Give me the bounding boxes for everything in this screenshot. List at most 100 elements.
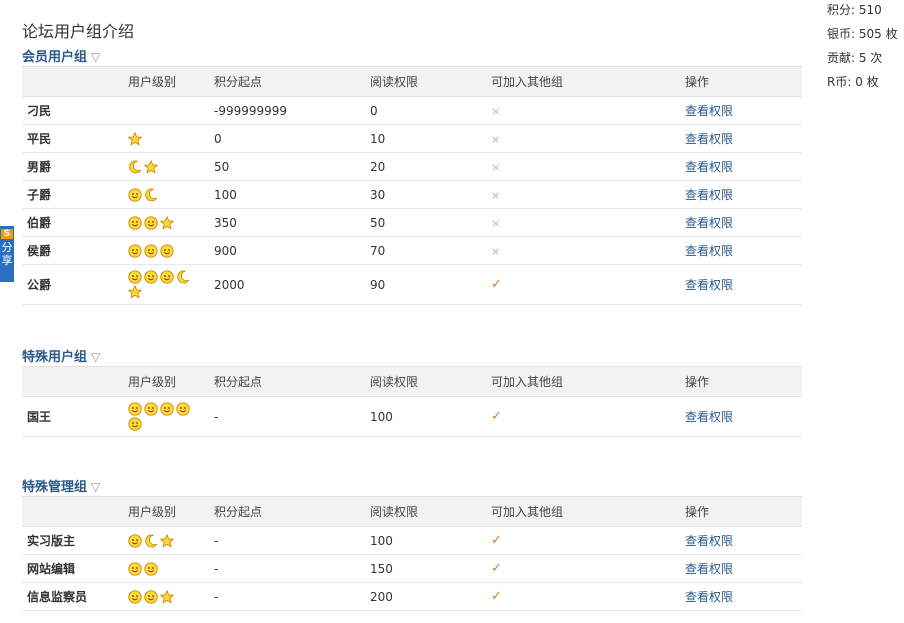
level-icons xyxy=(128,533,176,548)
group-name: 国王 xyxy=(22,396,128,437)
share-button[interactable]: S 分享 xyxy=(0,226,14,282)
level-icons xyxy=(128,187,160,202)
action-cell: 查看权限 xyxy=(685,554,802,583)
level-icons xyxy=(128,243,176,258)
column-header-points: 积分起点 xyxy=(214,66,370,97)
moon-icon xyxy=(176,270,190,284)
points-start: 0 xyxy=(214,124,370,153)
view-permissions-link[interactable]: 查看权限 xyxy=(685,410,733,424)
moon-icon xyxy=(128,159,142,174)
check-icon: ✓ xyxy=(491,561,502,576)
cross-icon: × xyxy=(491,160,501,174)
group-name: 刁民 xyxy=(22,96,128,125)
view-permissions-link[interactable]: 查看权限 xyxy=(685,132,733,146)
share-logo-icon: S xyxy=(1,229,13,239)
table-row: 平民 0 10 × 查看权限 xyxy=(22,124,802,153)
star-icon xyxy=(160,533,174,548)
sun-icon xyxy=(144,215,158,230)
collapse-toggle-icon[interactable]: ▽ xyxy=(91,480,100,494)
moon-icon xyxy=(144,187,158,202)
section-header[interactable]: 特殊用户组 ▽ xyxy=(22,346,802,366)
section-title: 特殊管理组 xyxy=(22,480,88,495)
sun-icon xyxy=(128,589,142,604)
view-permissions-link[interactable]: 查看权限 xyxy=(685,216,733,230)
collapse-toggle-icon[interactable]: ▽ xyxy=(91,50,100,64)
column-header-action: 操作 xyxy=(685,366,802,397)
group-name: 网站编辑 xyxy=(22,554,128,583)
group-name: 侯爵 xyxy=(22,236,128,265)
join-other-cell: × xyxy=(491,96,685,125)
action-cell: 查看权限 xyxy=(685,526,802,555)
view-permissions-link[interactable]: 查看权限 xyxy=(685,590,733,604)
group-table: 用户级别 积分起点 阅读权限 可加入其他组 操作 刁民 -999999999 0 × 查看权限 平民… xyxy=(22,66,802,305)
points-start: - xyxy=(214,582,370,611)
column-header-level: 用户级别 xyxy=(128,66,214,97)
read-permission: 10 xyxy=(370,124,491,153)
read-permission: 150 xyxy=(370,554,491,583)
column-header-read: 阅读权限 xyxy=(370,66,491,97)
table-row: 伯爵 350 50 × 查看权限 xyxy=(22,208,802,237)
level-icons-cell xyxy=(128,396,214,437)
cross-icon: × xyxy=(491,188,501,202)
column-header-join: 可加入其他组 xyxy=(491,366,685,397)
sun-icon xyxy=(128,533,142,548)
sun-icon xyxy=(144,402,158,416)
sun-icon xyxy=(144,589,158,604)
stat-silver: 银币: 505 枚 xyxy=(827,27,898,41)
stat-contribution: 贡献: 5 次 xyxy=(827,51,883,65)
table-row: 国王 -100 ✓ 查看权限 xyxy=(22,396,802,437)
group-name: 男爵 xyxy=(22,152,128,181)
group-name: 伯爵 xyxy=(22,208,128,237)
join-other-cell: ✓ xyxy=(491,582,685,611)
action-cell: 查看权限 xyxy=(685,152,802,181)
view-permissions-link[interactable]: 查看权限 xyxy=(685,160,733,174)
cross-icon: × xyxy=(491,104,501,118)
sun-icon xyxy=(128,243,142,258)
column-header-read: 阅读权限 xyxy=(370,496,491,527)
sun-icon xyxy=(160,243,174,258)
column-header-join: 可加入其他组 xyxy=(491,496,685,527)
view-permissions-link[interactable]: 查看权限 xyxy=(685,534,733,548)
sun-icon xyxy=(128,417,142,431)
sun-icon xyxy=(144,561,158,576)
action-cell: 查看权限 xyxy=(685,124,802,153)
group-name: 实习版主 xyxy=(22,526,128,555)
view-permissions-link[interactable]: 查看权限 xyxy=(685,278,733,292)
level-icons xyxy=(128,561,160,576)
column-header-level: 用户级别 xyxy=(128,366,214,397)
action-cell: 查看权限 xyxy=(685,264,802,305)
join-other-cell: ✓ xyxy=(491,554,685,583)
column-header-name xyxy=(22,496,128,527)
column-header-action: 操作 xyxy=(685,496,802,527)
group-name: 平民 xyxy=(22,124,128,153)
join-other-cell: ✓ xyxy=(491,396,685,437)
level-icons-cell xyxy=(128,554,214,583)
section-header[interactable]: 会员用户组 ▽ xyxy=(22,46,802,66)
group-section: 会员用户组 ▽ 用户级别 积分起点 阅读权限 可加入其他组 操作 刁民 -999999999 0 ×… xyxy=(22,46,802,305)
group-section: 特殊用户组 ▽ 用户级别 积分起点 阅读权限 可加入其他组 操作 国王 -100 ✓ 查看权限 xyxy=(22,346,802,437)
group-table: 用户级别 积分起点 阅读权限 可加入其他组 操作 实习版主 -100 ✓ 查看权限 网站编辑 -15… xyxy=(22,496,802,611)
sun-icon xyxy=(144,270,158,284)
collapse-toggle-icon[interactable]: ▽ xyxy=(91,350,100,364)
action-cell: 查看权限 xyxy=(685,582,802,611)
join-other-cell: × xyxy=(491,124,685,153)
sun-icon xyxy=(160,402,174,416)
group-section: 特殊管理组 ▽ 用户级别 积分起点 阅读权限 可加入其他组 操作 实习版主 -100 ✓ 查看权限网… xyxy=(22,476,802,611)
view-permissions-link[interactable]: 查看权限 xyxy=(685,244,733,258)
view-permissions-link[interactable]: 查看权限 xyxy=(685,104,733,118)
cross-icon: × xyxy=(491,216,501,230)
group-name: 公爵 xyxy=(22,264,128,305)
check-icon: ✓ xyxy=(491,533,502,548)
action-cell: 查看权限 xyxy=(685,180,802,209)
sun-icon xyxy=(128,561,142,576)
view-permissions-link[interactable]: 查看权限 xyxy=(685,188,733,202)
page-title: 论坛用户组介绍 xyxy=(22,22,135,41)
level-icons-cell xyxy=(128,96,214,125)
section-header[interactable]: 特殊管理组 ▽ xyxy=(22,476,802,496)
group-table: 用户级别 积分起点 阅读权限 可加入其他组 操作 国王 -100 ✓ 查看权限 xyxy=(22,366,802,437)
level-icons-cell xyxy=(128,124,214,153)
view-permissions-link[interactable]: 查看权限 xyxy=(685,562,733,576)
cross-icon: × xyxy=(491,132,501,146)
action-cell: 查看权限 xyxy=(685,396,802,437)
level-icons xyxy=(128,131,144,146)
